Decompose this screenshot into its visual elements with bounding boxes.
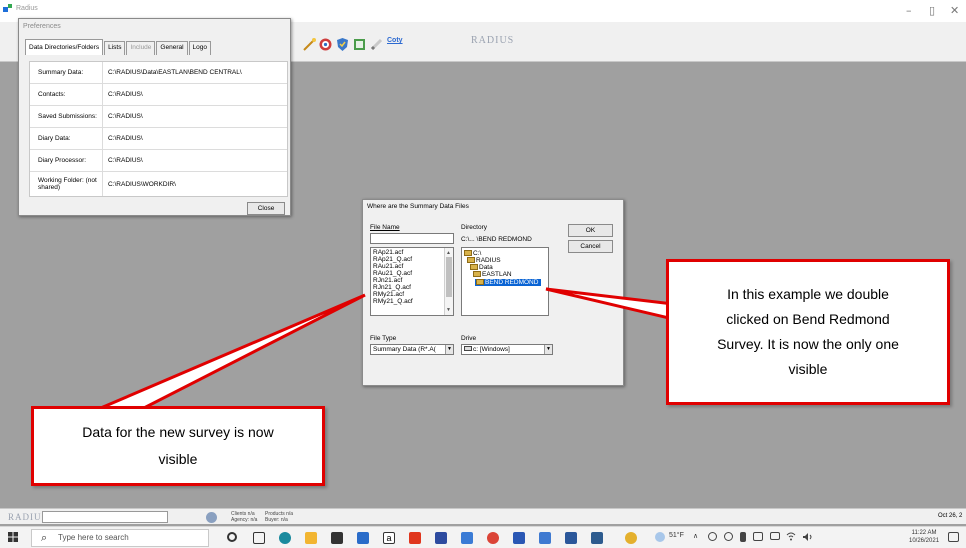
- agency-status: Agency: n/a: [231, 517, 258, 523]
- taskbar-search-input[interactable]: ⌕ Type here to search: [31, 529, 209, 547]
- globe-icon[interactable]: [206, 512, 217, 523]
- clock-time: 11:22 AM: [911, 530, 937, 536]
- chrome-icon[interactable]: [487, 532, 499, 544]
- windows-start-icon[interactable]: [8, 532, 18, 542]
- callout-arrow-left: [95, 293, 366, 412]
- taskbar-clock[interactable]: 11:22 AM 10/26/2021: [909, 529, 939, 545]
- battery-icon[interactable]: [770, 532, 780, 540]
- callout-left: Data for the new survey is now visible: [31, 406, 325, 486]
- buyer-status: Buyer: n/a: [265, 517, 288, 523]
- status-bar: RADIUS Clients n/a Agency: n/a Products …: [0, 508, 966, 524]
- amazon-icon[interactable]: a: [383, 532, 395, 544]
- notifications-icon[interactable]: [948, 532, 959, 542]
- word-icon[interactable]: [565, 532, 577, 544]
- outlook-icon[interactable]: [539, 532, 551, 544]
- callout-right: In this example we double clicked on Ben…: [666, 259, 950, 405]
- callout-seam-left: [95, 409, 142, 415]
- mail-icon[interactable]: [357, 532, 369, 544]
- office-icon[interactable]: [409, 532, 421, 544]
- callout-seam-right: [669, 303, 693, 326]
- app-icon-1[interactable]: [461, 532, 473, 544]
- weather-temp[interactable]: 51°F: [669, 532, 684, 539]
- chat-icon[interactable]: [625, 532, 637, 544]
- weather-icon: [655, 532, 665, 542]
- monitor-icon[interactable]: [753, 532, 763, 541]
- radius-taskbar-icon[interactable]: [513, 532, 525, 544]
- wifi-icon[interactable]: [786, 532, 796, 541]
- callout-right-text: In this example we double clicked on Ben…: [717, 286, 899, 377]
- cortana-icon[interactable]: [227, 532, 237, 542]
- file-explorer-icon[interactable]: [305, 532, 317, 544]
- volume-icon[interactable]: [802, 532, 813, 542]
- task-view-icon[interactable]: [253, 532, 265, 544]
- edge-icon[interactable]: [279, 532, 291, 544]
- search-icon: ⌕: [41, 531, 48, 544]
- tray-icon-1[interactable]: [708, 532, 717, 541]
- search-placeholder: Type here to search: [58, 533, 129, 542]
- status-date: Oct 26, 2: [938, 513, 963, 519]
- app-icon-2[interactable]: [591, 532, 603, 544]
- dropbox-icon[interactable]: [435, 532, 447, 544]
- chevron-up-icon[interactable]: ∧: [693, 532, 698, 540]
- callout-left-text: Data for the new survey is now visible: [82, 424, 274, 467]
- status-input[interactable]: [42, 511, 168, 523]
- usb-icon[interactable]: [740, 532, 746, 542]
- clock-date: 10/26/2021: [909, 538, 940, 544]
- windows-taskbar: ⌕ Type here to search a 51°F ∧ 11:22 AM …: [0, 526, 966, 548]
- tray-icon-2[interactable]: [724, 532, 733, 541]
- store-icon[interactable]: [331, 532, 343, 544]
